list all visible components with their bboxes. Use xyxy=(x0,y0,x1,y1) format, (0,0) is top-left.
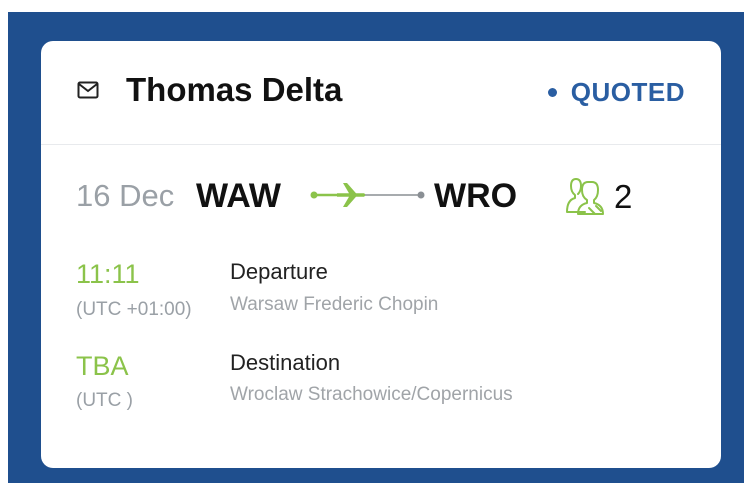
status-label: QUOTED xyxy=(570,77,685,107)
departure-timezone: (UTC +01:00) xyxy=(76,299,192,320)
status-dot-icon xyxy=(547,87,557,97)
passengers-icon xyxy=(565,176,607,216)
destination-timezone: (UTC ) xyxy=(76,390,133,411)
status-badge: QUOTED xyxy=(547,77,685,107)
card-header: Thomas Delta QUOTED xyxy=(41,41,721,145)
departure-time: 11:11 xyxy=(76,259,140,289)
mail-icon[interactable] xyxy=(77,81,99,99)
departure-airport: Warsaw Frederic Chopin xyxy=(230,294,439,315)
flight-date: 16 Dec xyxy=(76,178,175,213)
destination-airport: Wroclaw Strachowice/Copernicus xyxy=(230,384,513,405)
plane-route-icon xyxy=(309,181,429,209)
client-name: Thomas Delta xyxy=(126,71,343,108)
trip-card[interactable]: Thomas Delta QUOTED 16 Dec WAW WRO 2 11:… xyxy=(41,41,721,468)
destination-label: Destination xyxy=(230,350,341,375)
destination-time: TBA xyxy=(76,351,129,381)
departure-label: Departure xyxy=(230,259,328,284)
origin-code: WAW xyxy=(196,177,281,215)
page-background: Thomas Delta QUOTED 16 Dec WAW WRO 2 11:… xyxy=(8,12,744,483)
destination-code: WRO xyxy=(434,177,518,215)
passenger-count: 2 xyxy=(614,178,633,215)
